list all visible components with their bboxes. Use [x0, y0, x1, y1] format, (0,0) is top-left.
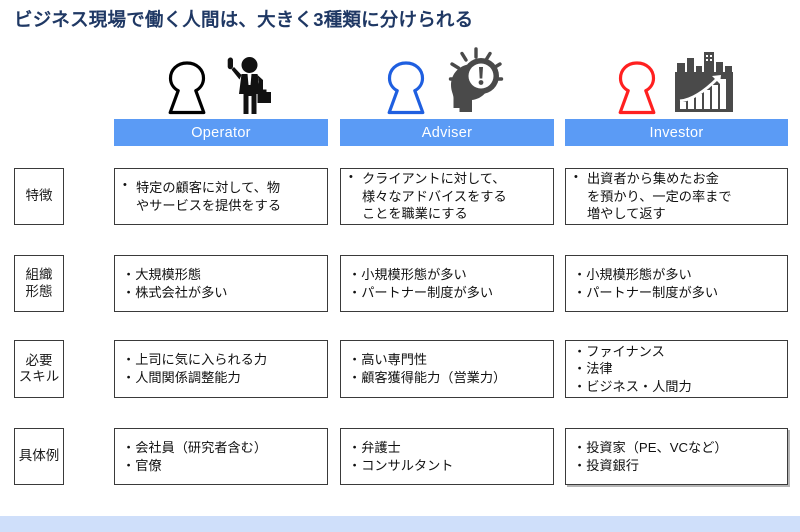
cell-gutairei-investor: 投資家（PE、VCなど） 投資銀行 [565, 428, 788, 485]
keyhole-icon [386, 60, 426, 116]
bullet-list: 特定の顧客に対して、物 やサービスを提供をする [122, 178, 321, 214]
growth-chart-buildings-icon [671, 50, 737, 116]
operator-icon-group [114, 44, 328, 116]
list-item: 弁護士 [348, 439, 547, 457]
cell-gutairei-adviser: 弁護士 コンサルタント [340, 428, 554, 485]
list-item: パートナー制度が多い [348, 284, 547, 302]
row-label-text: 具体例 [18, 448, 60, 464]
cell-hitsuyo-skill-operator: 上司に気に入られる力 人間関係調整能力 [114, 340, 328, 398]
row-label-soshiki-keitai: 組織 形態 [14, 255, 64, 312]
row-label-text-line1: 組織 [25, 267, 53, 283]
cell-soshiki-keitai-investor: 小規模形態が多い パートナー制度が多い [565, 255, 788, 312]
list-item: 人間関係調整能力 [122, 369, 321, 387]
column-header-adviser[interactable]: Adviser [340, 119, 554, 146]
row-label-text: 特徴 [25, 188, 53, 204]
bullet-list: 弁護士 コンサルタント [348, 439, 547, 474]
row-label-text-line2: スキル [18, 369, 60, 384]
cell-soshiki-keitai-adviser: 小規模形態が多い パートナー制度が多い [340, 255, 554, 312]
list-item: 官僚 [122, 457, 321, 475]
investor-icon-group [565, 44, 788, 116]
list-item: 上司に気に入られる力 [122, 351, 321, 369]
cell-soshiki-keitai-operator: 大規模形態 株式会社が多い [114, 255, 328, 312]
cell-gutairei-operator: 会社員（研究者含む） 官僚 [114, 428, 328, 485]
list-item: 株式会社が多い [122, 284, 321, 302]
cell-tokucho-operator: 特定の顧客に対して、物 やサービスを提供をする [114, 168, 328, 225]
bullet-list: 小規模形態が多い パートナー制度が多い [348, 266, 547, 301]
bullet-list: ファイナンス 法律 ビジネス・人間力 [573, 343, 781, 396]
row-label-tokucho: 特徴 [14, 168, 64, 225]
column-header-investor[interactable]: Investor [565, 119, 788, 146]
bullet-list: クライアントに対して、 様々なアドバイスをする ことを職業にする [348, 170, 547, 223]
list-item: 会社員（研究者含む） [122, 439, 321, 457]
list-item: コンサルタント [348, 457, 547, 475]
list-item: 高い専門性 [348, 351, 547, 369]
cell-tokucho-investor: 出資者から集めたお金 を預かり、一定の率まで 増やして返す [565, 168, 788, 225]
list-item: ビジネス・人間力 [573, 378, 781, 396]
list-item: 投資銀行 [573, 457, 781, 475]
bullet-list: 出資者から集めたお金 を預かり、一定の率まで 増やして返す [573, 170, 781, 223]
row-label-gutairei: 具体例 [14, 428, 64, 485]
businessman-pointing-up-icon [221, 54, 275, 116]
cell-tokucho-adviser: クライアントに対して、 様々なアドバイスをする ことを職業にする [340, 168, 554, 225]
list-item: ファイナンス [573, 343, 781, 361]
page-title: ビジネス現場で働く人間は、大きく3種類に分けられる [14, 9, 474, 30]
keyhole-icon [617, 60, 657, 116]
cell-hitsuyo-skill-adviser: 高い専門性 顧客獲得能力（営業力） [340, 340, 554, 398]
list-item: 大規模形態 [122, 266, 321, 284]
bullet-list: 高い専門性 顧客獲得能力（営業力） [348, 351, 547, 386]
bullet-list: 会社員（研究者含む） 官僚 [122, 439, 321, 474]
head-with-idea-exclamation-icon [440, 46, 508, 116]
row-label-text-line1: 必要 [25, 352, 53, 368]
bullet-list: 大規模形態 株式会社が多い [122, 266, 321, 301]
adviser-icon-group [340, 44, 554, 116]
cell-hitsuyo-skill-investor: ファイナンス 法律 ビジネス・人間力 [565, 340, 788, 398]
row-label-hitsuyo-skill: 必要 スキル [14, 340, 64, 398]
row-label-text-line2: 形態 [25, 283, 53, 299]
list-item: 小規模形態が多い [348, 266, 547, 284]
list-item: 顧客獲得能力（営業力） [348, 369, 547, 387]
list-item: 法律 [573, 360, 781, 378]
column-header-operator[interactable]: Operator [114, 119, 328, 146]
keyhole-icon [167, 60, 207, 116]
list-item: 投資家（PE、VCなど） [573, 439, 781, 457]
list-item: 小規模形態が多い [573, 266, 781, 284]
list-item: 特定の顧客に対して、物 やサービスを提供をする [122, 178, 321, 214]
list-item: クライアントに対して、 様々なアドバイスをする ことを職業にする [348, 170, 547, 223]
list-item: パートナー制度が多い [573, 284, 781, 302]
list-item: 出資者から集めたお金 を預かり、一定の率まで 増やして返す [573, 170, 781, 223]
bullet-list: 上司に気に入られる力 人間関係調整能力 [122, 351, 321, 386]
footer-band [0, 516, 800, 532]
bullet-list: 小規模形態が多い パートナー制度が多い [573, 266, 781, 301]
bullet-list: 投資家（PE、VCなど） 投資銀行 [573, 439, 781, 474]
